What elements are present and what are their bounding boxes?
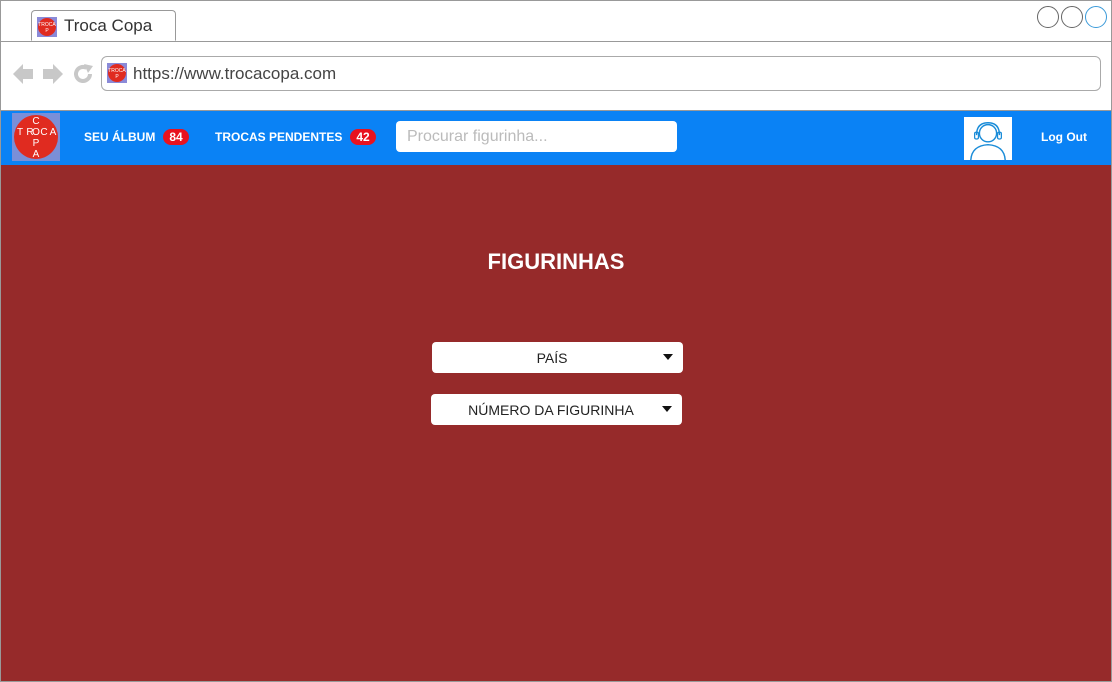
nav-link-seu-album[interactable]: SEU ÁLBUM 84: [84, 129, 189, 145]
sticker-number-select[interactable]: NÚMERO DA FIGURINHA: [431, 394, 682, 425]
logo-letter: A: [33, 149, 40, 160]
troca-copa-favicon-icon: TROCA P: [107, 63, 127, 83]
nav-link-trocas-pendentes[interactable]: TROCAS PENDENTES 42: [215, 129, 376, 145]
page-title: FIGURINHAS: [487, 249, 625, 274]
nav-link-label: TROCAS PENDENTES: [215, 130, 343, 144]
caret-down-icon: [662, 406, 672, 412]
album-count-badge: 84: [163, 129, 189, 145]
browser-window: TROCA P Troca Copa TROCA P https://www.t…: [0, 0, 1112, 682]
troca-copa-logo[interactable]: C T R O C A P A: [12, 113, 60, 161]
reload-icon[interactable]: [71, 62, 95, 86]
search-input[interactable]: [396, 121, 677, 152]
minimize-button[interactable]: [1037, 6, 1059, 28]
pending-trades-badge: 42: [350, 129, 376, 145]
logout-link[interactable]: Log Out: [1041, 130, 1087, 144]
site-navbar: C T R O C A P A SEU ÁLBUM 84 TROCAS PENDE…: [1, 111, 1111, 165]
country-select[interactable]: PAÍS: [432, 342, 683, 373]
logo-letter: C: [32, 116, 39, 127]
main-content: FIGURINHAS PAÍS NÚMERO DA FIGURINHA: [1, 165, 1111, 681]
logo-letter: P: [33, 138, 40, 149]
url-text: https://www.trocacopa.com: [133, 64, 337, 83]
logo-letter: T: [17, 127, 23, 138]
browser-tab[interactable]: TROCA P Troca Copa: [31, 10, 176, 41]
nav-link-label: SEU ÁLBUM: [84, 130, 156, 144]
maximize-button[interactable]: [1061, 6, 1083, 28]
tab-strip: TROCA P Troca Copa: [1, 1, 1111, 42]
troca-copa-favicon-icon: TROCA P: [37, 17, 57, 37]
back-arrow-icon[interactable]: [11, 62, 35, 86]
address-bar[interactable]: TROCA P https://www.trocacopa.com: [101, 56, 1101, 91]
logo-letter: A: [50, 127, 57, 138]
tab-title: Troca Copa: [64, 16, 153, 35]
country-select-label: PAÍS: [536, 350, 568, 366]
user-avatar-icon[interactable]: [963, 116, 1013, 161]
sticker-number-select-label: NÚMERO DA FIGURINHA: [468, 402, 634, 418]
forward-arrow-icon[interactable]: [41, 62, 65, 86]
logo-letter: O: [32, 127, 40, 138]
close-button[interactable]: [1085, 6, 1107, 28]
logo-letter: C: [40, 127, 47, 138]
caret-down-icon: [663, 354, 673, 360]
window-controls: [1037, 6, 1107, 28]
browser-toolbar: TROCA P https://www.trocacopa.com: [1, 42, 1111, 111]
